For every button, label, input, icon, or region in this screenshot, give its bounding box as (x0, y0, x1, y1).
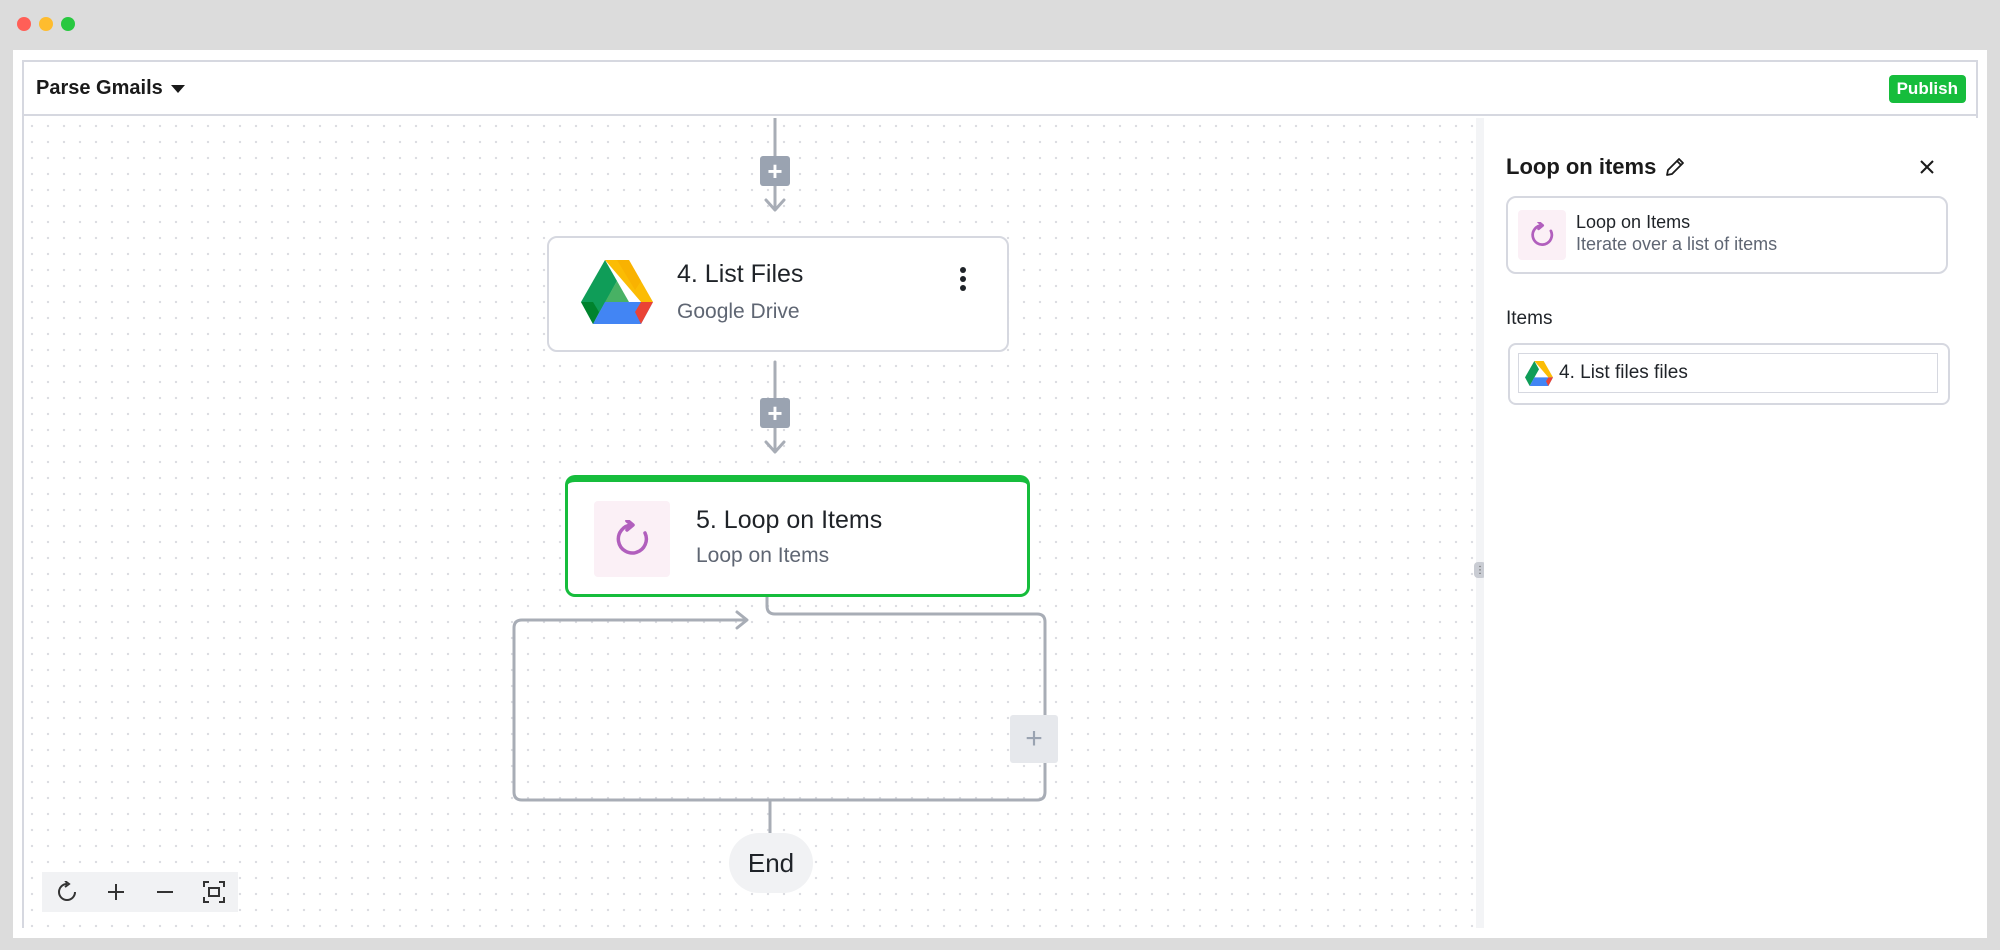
minimize-window-button[interactable] (39, 17, 53, 31)
end-node: End (729, 833, 813, 893)
piece-card: Loop on Items Iterate over a list of ite… (1506, 196, 1948, 274)
app-window: Parse Gmails Publish + + 4. List Files G… (0, 0, 2000, 950)
step-settings-panel: Loop on items Loop on Items Iterate over… (1484, 118, 1978, 928)
panel-divider (1476, 118, 1484, 928)
flow-name-dropdown[interactable]: Parse Gmails (36, 77, 185, 100)
google-drive-icon (581, 260, 653, 324)
publish-button[interactable]: Publish (1888, 75, 1966, 103)
window-titlebar (0, 0, 2000, 48)
google-drive-icon (1525, 360, 1553, 386)
close-window-button[interactable] (17, 17, 31, 31)
maximize-window-button[interactable] (61, 17, 75, 31)
zoom-in-icon[interactable] (102, 878, 130, 906)
step-subtitle: Loop on Items (696, 544, 830, 567)
step-card-loop-on-items[interactable]: 5. Loop on Items Loop on Items (565, 475, 1030, 597)
flow-builder: Parse Gmails Publish + + 4. List Files G… (22, 60, 1978, 928)
flow-name: Parse Gmails (36, 77, 163, 99)
panel-title-group: Loop on items (1506, 154, 1686, 180)
close-icon[interactable] (1916, 156, 1938, 178)
panel-title: Loop on items (1506, 154, 1657, 179)
builder-header: Parse Gmails Publish (24, 62, 1976, 116)
canvas-controls (42, 872, 238, 912)
loop-icon (1518, 210, 1566, 260)
piece-description: Iterate over a list of items (1576, 234, 1778, 254)
step-title: 4. List Files (677, 260, 804, 288)
add-loop-step-button[interactable]: + (1010, 715, 1058, 763)
add-step-button[interactable]: + (760, 156, 790, 186)
reset-icon[interactable] (53, 878, 81, 906)
loop-icon (594, 501, 670, 577)
add-step-button[interactable]: + (760, 398, 790, 428)
caret-down-icon (170, 84, 185, 93)
items-value: 4. List files files (1559, 362, 1688, 383)
more-options-icon[interactable] (959, 266, 967, 292)
zoom-out-icon[interactable] (151, 878, 179, 906)
items-input[interactable]: 4. List files files (1518, 353, 1938, 393)
pencil-icon[interactable] (1664, 156, 1686, 178)
piece-name: Loop on Items (1576, 212, 1691, 232)
items-field[interactable]: 4. List files files (1508, 343, 1950, 405)
step-card-list-files[interactable]: 4. List Files Google Drive (547, 236, 1009, 352)
flow-canvas[interactable]: + + 4. List Files Google Drive 5. Loop o… (24, 118, 1476, 928)
step-subtitle: Google Drive (677, 300, 800, 323)
step-title: 5. Loop on Items (696, 506, 883, 534)
items-label: Items (1506, 308, 1553, 329)
fit-view-icon[interactable] (200, 878, 228, 906)
